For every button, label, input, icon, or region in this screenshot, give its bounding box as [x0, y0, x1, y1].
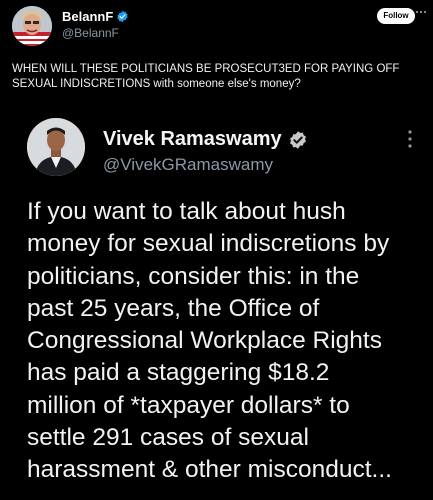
tweet-text: WHEN WILL THESE POLITICIANS BE PROSECUT3…: [12, 63, 400, 90]
avatar-image: [12, 6, 52, 46]
embedded-body-line: million of *taxpayer dollars* to: [27, 391, 350, 419]
embedded-body-line: politicians, consider this: in the: [27, 262, 360, 290]
more-horizontal-icon[interactable]: [414, 5, 428, 19]
embedded-author-handle: @VivekGRamaswamy: [103, 155, 273, 174]
author-name[interactable]: BelannF: [62, 9, 129, 24]
embedded-body-line: settle 291 cases of sexual: [27, 424, 309, 452]
embedded-body-line: past 25 years, the Office of: [27, 294, 320, 322]
author-handle[interactable]: @BelannF: [62, 26, 119, 40]
embedded-body-line: harassment & other misconduct...: [27, 456, 392, 484]
embedded-body-line: If you want to talk about hush: [27, 198, 346, 225]
embedded-body-line: has paid a staggering $18.2: [27, 359, 330, 387]
embedded-avatar-image: [27, 118, 85, 176]
embedded-tweet-screenshot[interactable]: Vivek Ramaswamy @VivekGRamaswamy If you …: [0, 106, 433, 500]
embedded-tweet-body: If you want to talk about hush money for…: [27, 196, 427, 487]
embedded-author-avatar: [27, 118, 85, 176]
more-dots-glyph: [415, 10, 427, 14]
verified-badge-icon: [117, 10, 128, 23]
embedded-body-line: Congressional Workplace Rights: [27, 327, 382, 355]
more-vertical-icon: [408, 130, 412, 148]
author-avatar[interactable]: [12, 6, 52, 46]
tweet-header: BelannF @BelannF Follow: [0, 0, 433, 56]
embedded-author-name: Vivek Ramaswamy: [103, 128, 308, 151]
follow-button[interactable]: Follow: [377, 8, 415, 24]
embedded-author-name-label: Vivek Ramaswamy: [103, 128, 282, 150]
verified-badge-icon: [289, 130, 306, 149]
embedded-body-line: money for sexual indiscretions by: [27, 230, 390, 258]
author-name-label: BelannF: [62, 9, 114, 24]
